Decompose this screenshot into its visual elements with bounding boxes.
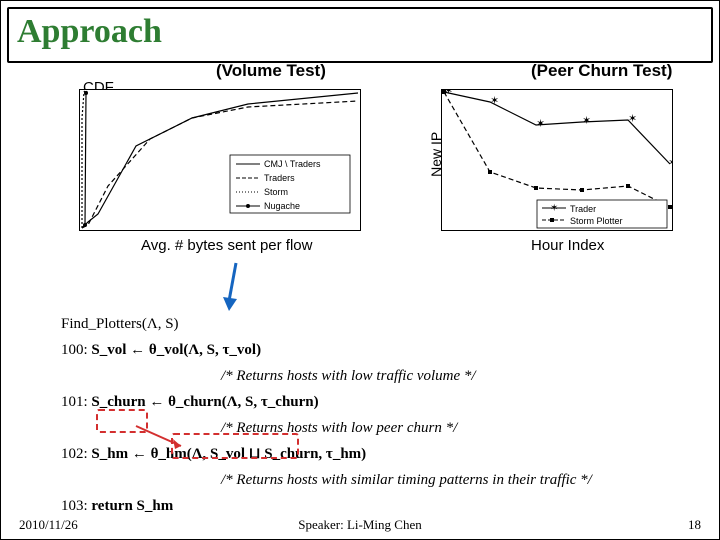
- subtitle-peer-churn-test: (Peer Churn Test): [531, 61, 672, 81]
- slide-title: Approach: [17, 13, 162, 51]
- svg-text:✶: ✶: [490, 95, 499, 107]
- algo-fn: Find_Plotters(Λ, S): [61, 316, 179, 332]
- legend-cmj: CMJ \ Traders: [264, 159, 321, 169]
- line100-lhs: S_vol ← θ_vol(Λ, S, τ_vol): [91, 342, 261, 358]
- arrow-icon: [221, 261, 251, 311]
- line101-lhs: S_churn ← θ_churn(Λ, S, τ_churn): [91, 394, 318, 410]
- xlabel-right: Hour Index: [531, 237, 604, 254]
- red-arrow-icon: [131, 421, 191, 451]
- xlabel-left: Avg. # bytes sent per flow: [141, 237, 312, 254]
- legend-nugache: Nugache: [264, 201, 300, 211]
- chart-peer-churn-svg: ✶✶✶ ✶✶✶ ✶ Trader Storm Plotter: [442, 90, 672, 230]
- line101-no: 101:: [61, 394, 88, 410]
- chart-volume-svg: CMJ \ Traders Traders Storm Nugache: [80, 90, 360, 230]
- footer-page: 18: [688, 517, 701, 533]
- line102-comment: /* Returns hosts with similar timing pat…: [221, 472, 592, 488]
- line102-no: 102:: [61, 446, 88, 462]
- svg-text:✶: ✶: [536, 118, 545, 130]
- legend-storm-plotter: Storm Plotter: [570, 216, 623, 226]
- subtitle-volume-test: (Volume Test): [216, 61, 326, 81]
- line103-lhs: return S_hm: [91, 498, 173, 514]
- footer-date: 2010/11/26: [19, 517, 78, 533]
- chart-peer-churn: ✶✶✶ ✶✶✶ ✶ Trader Storm Plotter: [441, 89, 673, 231]
- line103-no: 103:: [61, 498, 88, 514]
- legend-storm: Storm: [264, 187, 288, 197]
- legend-traders: Traders: [264, 173, 295, 183]
- svg-text:✶: ✶: [582, 115, 591, 127]
- svg-text:✶: ✶: [668, 157, 672, 169]
- footer-speaker: Speaker: Li-Ming Chen: [298, 517, 421, 533]
- svg-text:✶: ✶: [628, 113, 637, 125]
- legend-trader: Trader: [570, 204, 596, 214]
- title-bar: Approach: [7, 7, 713, 63]
- chart-volume-test: CMJ \ Traders Traders Storm Nugache: [79, 89, 361, 231]
- line100-comment: /* Returns hosts with low traffic volume…: [221, 368, 476, 384]
- line100-no: 100:: [61, 342, 88, 358]
